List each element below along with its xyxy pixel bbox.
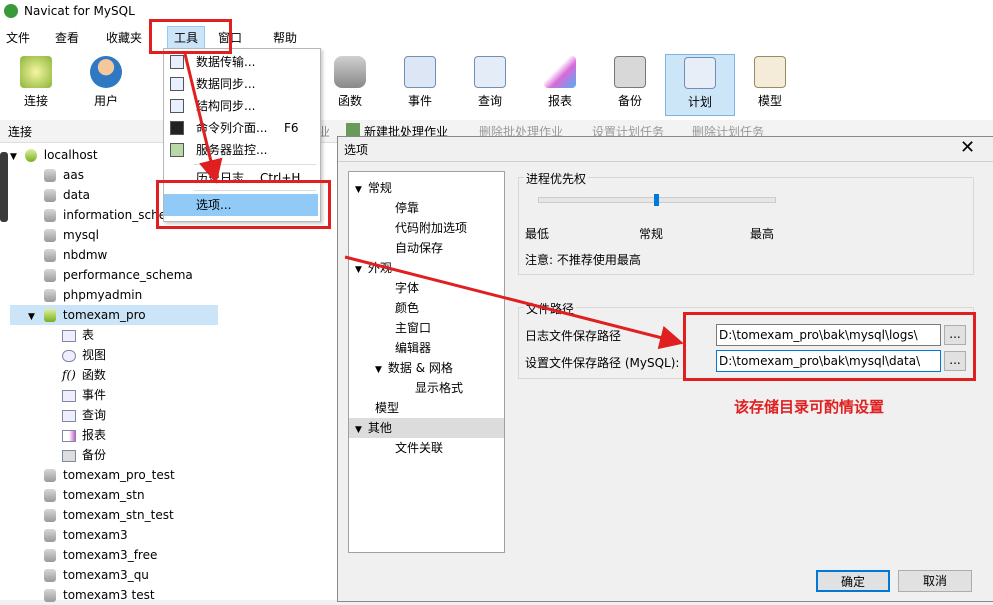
arrow-to-paths <box>344 255 684 350</box>
arrow-to-options <box>183 53 223 184</box>
annotation-arrows <box>183 53 684 350</box>
annotation-text: 该存储目录可酌情设置 <box>734 398 885 416</box>
